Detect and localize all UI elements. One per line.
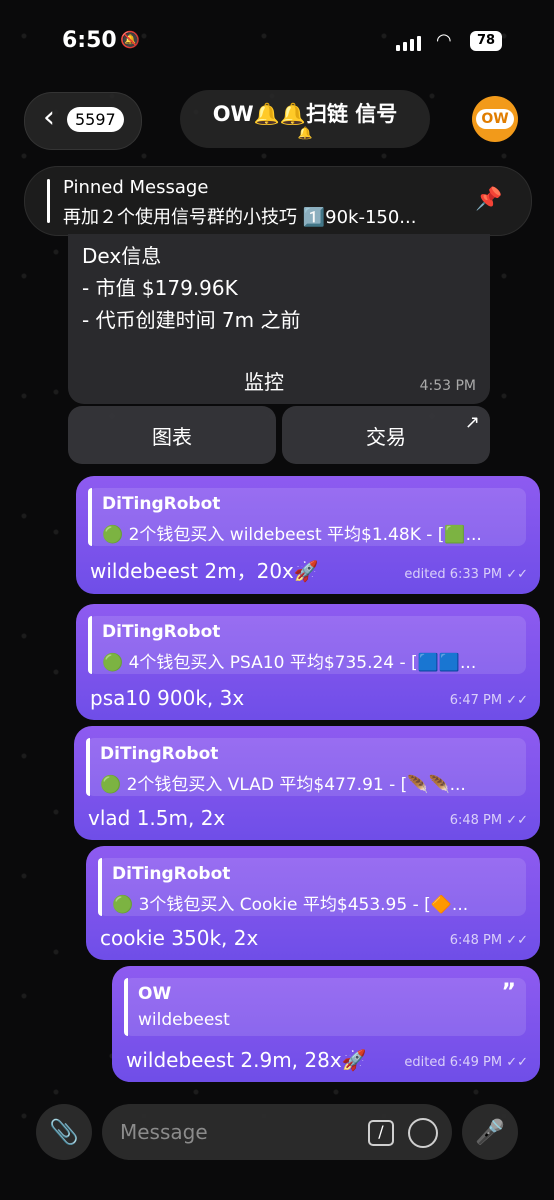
message-time: 6:48 PM ✓✓ xyxy=(449,933,528,948)
chat-title-button[interactable]: OW🔔🔔扫链 信号 🔔 xyxy=(180,90,430,148)
mic-icon[interactable]: 🎤 xyxy=(462,1104,518,1160)
quote-author: DiTingRobot xyxy=(102,622,221,642)
quote-author: DiTingRobot xyxy=(102,494,221,514)
message-time: edited 6:33 PM ✓✓ xyxy=(404,567,528,582)
dex-line-1: - 市值 $179.96K xyxy=(82,276,238,300)
reply-quote[interactable]: OW wildebeest ” xyxy=(124,978,526,1036)
avatar-label: OW xyxy=(476,109,514,129)
message-text: psa10 900k, 3x xyxy=(90,686,245,710)
sticker-icon[interactable] xyxy=(408,1118,438,1148)
message-input[interactable]: Message / xyxy=(102,1104,452,1160)
back-chevron-icon: ‹ xyxy=(43,100,55,135)
message-time: 6:48 PM ✓✓ xyxy=(449,813,528,828)
quote-bar xyxy=(98,858,102,916)
message-time: 6:47 PM ✓✓ xyxy=(449,693,528,708)
pinned-indicator xyxy=(47,179,50,223)
back-button[interactable]: ‹ 5597 xyxy=(24,92,142,150)
message-bubble[interactable]: DiTingRobot 🟢 2个钱包买入 wildebeest 平均$1.48K… xyxy=(76,476,540,594)
status-time: 6:50 xyxy=(62,28,117,53)
bell-off-icon: 🔕 xyxy=(120,30,140,49)
dex-info-message: Dex信息 - 市值 $179.96K - 代币创建时间 7m 之前 监控 4:… xyxy=(68,234,490,404)
status-bar: 6:50 🔕 ◠ 78 xyxy=(0,0,554,80)
unread-count-badge: 5597 xyxy=(67,107,124,132)
battery-indicator: 78 xyxy=(470,31,502,51)
quote-author: DiTingRobot xyxy=(100,744,219,764)
message-bubble[interactable]: DiTingRobot 🟢 3个钱包买入 Cookie 平均$453.95 - … xyxy=(86,846,540,960)
message-time: edited 6:49 PM ✓✓ xyxy=(404,1055,528,1070)
dex-title: Dex信息 xyxy=(82,244,162,268)
quote-bar xyxy=(86,738,90,796)
wifi-icon: ◠ xyxy=(436,30,452,51)
reply-quote[interactable]: DiTingRobot 🟢 4个钱包买入 PSA10 平均$735.24 - [… xyxy=(88,616,526,674)
quote-text: 🟢 3个钱包买入 Cookie 平均$453.95 - [🔶... xyxy=(112,895,469,915)
quote-text: 🟢 4个钱包买入 PSA10 平均$735.24 - [🟦🟦... xyxy=(102,653,477,673)
message-bubble[interactable]: OW wildebeest ” wildebeest 2.9m, 28x🚀 ed… xyxy=(112,966,540,1082)
pinned-message-bar[interactable]: Pinned Message 再加２个使用信号群的小技巧 1️⃣90k-150.… xyxy=(24,166,532,236)
quote-icon: ” xyxy=(501,980,516,1005)
composer-bar: 📎 Message / 🎤 xyxy=(0,1092,554,1200)
chat-subtitle: 🔔 xyxy=(297,126,313,140)
dex-line-3: 监控 xyxy=(244,370,284,394)
chart-button-label: 图表 xyxy=(152,424,192,449)
quote-bar xyxy=(88,488,92,546)
pinned-text: 再加２个使用信号群的小技巧 1️⃣90k-150... xyxy=(63,207,417,228)
pinned-title: Pinned Message xyxy=(63,177,209,198)
quote-bar xyxy=(88,616,92,674)
message-placeholder: Message xyxy=(120,1120,208,1144)
message-text: vlad 1.5m, 2x xyxy=(88,806,226,830)
pin-icon[interactable]: 📌 xyxy=(475,187,502,212)
chart-button[interactable]: 图表 xyxy=(68,406,276,464)
message-text: wildebeest 2m，20x🚀 xyxy=(90,559,319,583)
reply-quote[interactable]: DiTingRobot 🟢 2个钱包买入 VLAD 平均$477.91 - [🪶… xyxy=(86,738,526,796)
quote-text: 🟢 2个钱包买入 VLAD 平均$477.91 - [🪶🪶... xyxy=(100,775,466,795)
message-bubble[interactable]: DiTingRobot 🟢 2个钱包买入 VLAD 平均$477.91 - [🪶… xyxy=(74,726,540,840)
quote-bar xyxy=(124,978,128,1036)
quote-text: 🟢 2个钱包买入 wildebeest 平均$1.48K - [🟩... xyxy=(102,525,482,545)
paperclip-icon[interactable]: 📎 xyxy=(36,1104,92,1160)
reply-quote[interactable]: DiTingRobot 🟢 3个钱包买入 Cookie 平均$453.95 - … xyxy=(98,858,526,916)
signal-icon xyxy=(396,36,421,51)
message-bubble[interactable]: DiTingRobot 🟢 4个钱包买入 PSA10 平均$735.24 - [… xyxy=(76,604,540,720)
message-text: cookie 350k, 2x xyxy=(100,926,259,950)
message-text: wildebeest 2.9m, 28x🚀 xyxy=(126,1048,367,1072)
dex-line-2: - 代币创建时间 7m 之前 xyxy=(82,308,301,332)
trade-button[interactable]: 交易 ↗ xyxy=(282,406,490,464)
command-icon[interactable]: / xyxy=(368,1120,394,1146)
dex-time: 4:53 PM xyxy=(419,378,476,394)
quote-text: wildebeest xyxy=(138,1010,230,1030)
quote-author: OW xyxy=(138,984,172,1004)
quote-author: DiTingRobot xyxy=(112,864,231,884)
chat-header: ‹ 5597 OW🔔🔔扫链 信号 🔔 OW xyxy=(0,86,554,156)
trade-button-label: 交易 xyxy=(366,424,406,449)
chat-avatar[interactable]: OW xyxy=(472,96,518,142)
reply-quote[interactable]: DiTingRobot 🟢 2个钱包买入 wildebeest 平均$1.48K… xyxy=(88,488,526,546)
chat-title: OW🔔🔔扫链 信号 xyxy=(212,102,398,126)
external-arrow-icon: ↗ xyxy=(464,412,480,433)
